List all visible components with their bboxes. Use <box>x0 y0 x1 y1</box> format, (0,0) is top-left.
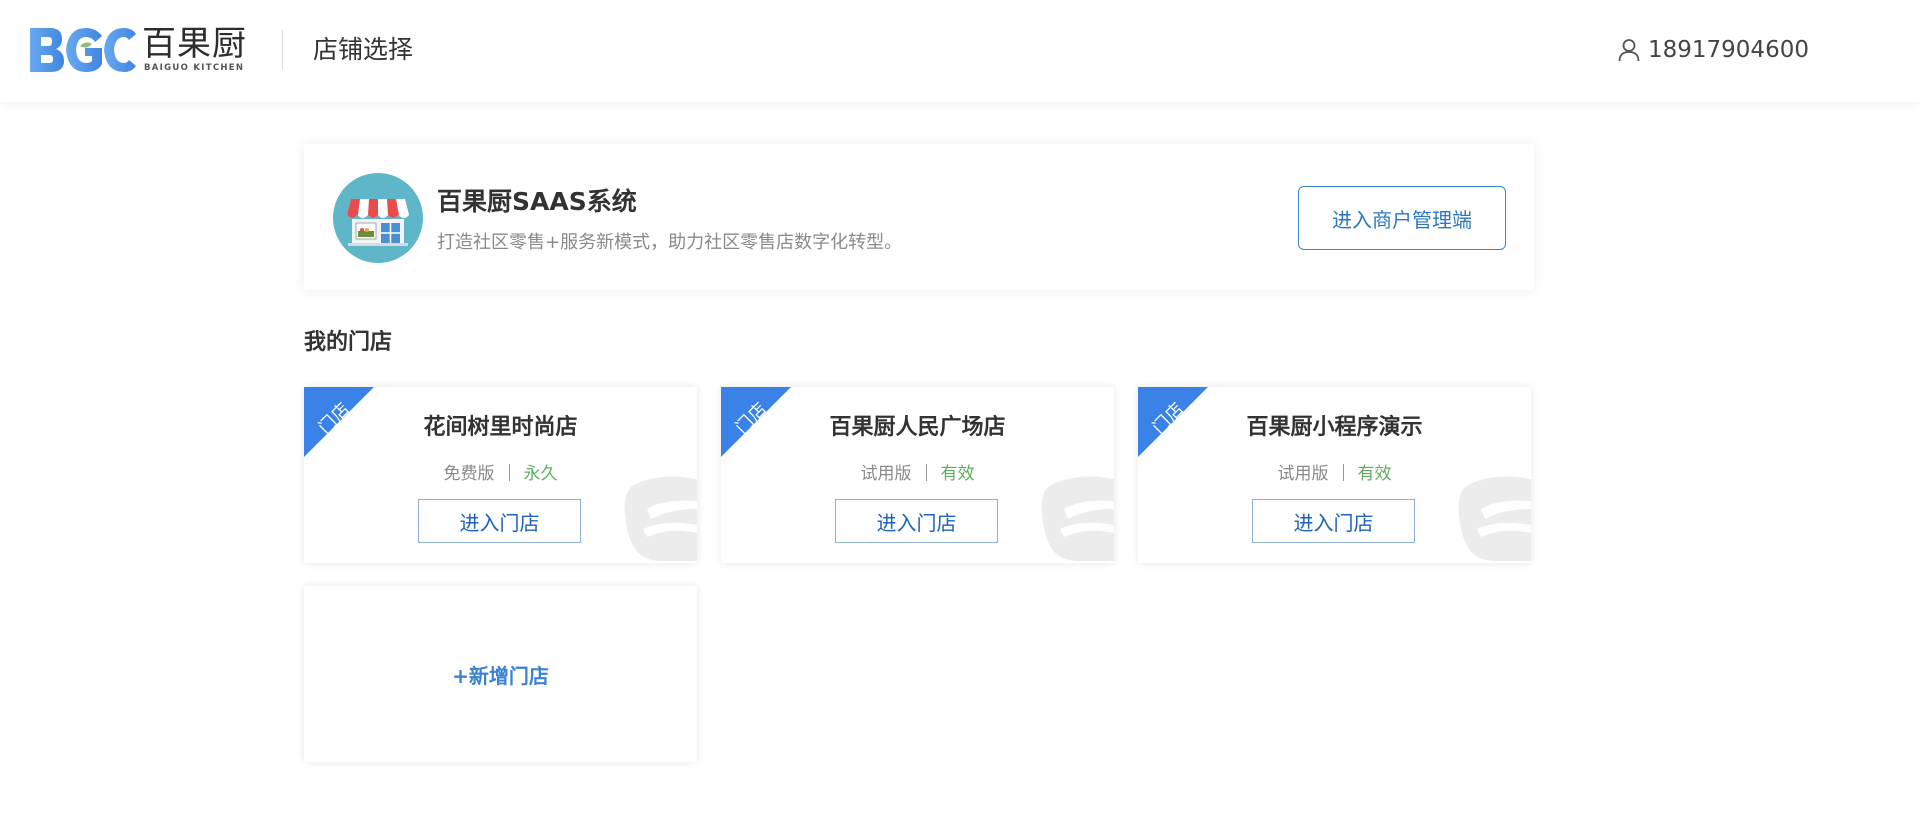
logo-chinese-text: 百果厨 <box>142 24 247 64</box>
store-name: 百果厨人民广场店 <box>829 415 1006 440</box>
store-name: 百果厨小程序演示 <box>1246 415 1423 440</box>
logo[interactable]: 百果厨 BAIGUO KITCHEN <box>28 24 254 76</box>
store-card: 门店 百果厨小程序演示 试用版 有效 进入门店 <box>1138 387 1531 563</box>
my-stores-title: 我的门店 <box>304 330 393 355</box>
user-account[interactable]: 18917904600 <box>1618 34 1809 66</box>
system-title: 百果厨SAAS系统 <box>437 187 637 216</box>
enter-store-button[interactable]: 进入门店 <box>835 499 998 543</box>
user-icon <box>1618 39 1640 62</box>
store-plan: 免费版 <box>443 464 495 484</box>
saas-system-card: 百果厨SAAS系统 打造社区零售+服务新模式，助力社区零售店数字化转型。 进入商… <box>304 144 1534 290</box>
meta-separator <box>1342 464 1344 481</box>
user-phone: 18917904600 <box>1648 37 1809 63</box>
store-plan: 试用版 <box>1277 464 1329 484</box>
top-header: 百果厨 BAIGUO KITCHEN 店铺选择 18917904600 <box>0 0 1920 102</box>
system-description: 打造社区零售+服务新模式，助力社区零售店数字化转型。 <box>437 232 903 253</box>
store-plan: 试用版 <box>860 464 912 484</box>
meta-separator <box>508 464 510 481</box>
shop-icon <box>333 173 423 263</box>
store-card: 门店 百果厨人民广场店 试用版 有效 进入门店 <box>721 387 1114 563</box>
store-name: 花间树里时尚店 <box>423 415 578 440</box>
logo-english-text: BAIGUO KITCHEN <box>144 63 245 73</box>
store-status: 永久 <box>523 464 558 484</box>
header-divider <box>282 30 283 70</box>
store-meta: 试用版 有效 <box>721 459 1114 484</box>
store-status: 有效 <box>940 464 975 484</box>
enter-store-button[interactable]: 进入门店 <box>418 499 581 543</box>
meta-separator <box>925 464 927 481</box>
bgc-logo-icon <box>30 28 136 72</box>
store-meta: 免费版 永久 <box>304 459 697 484</box>
store-card: 门店 花间树里时尚店 免费版 永久 进入门店 <box>304 387 697 563</box>
enter-store-button[interactable]: 进入门店 <box>1252 499 1415 543</box>
store-meta: 试用版 有效 <box>1138 459 1531 484</box>
store-status: 有效 <box>1357 464 1392 484</box>
enter-merchant-admin-button[interactable]: 进入商户管理端 <box>1298 186 1506 250</box>
add-store-button[interactable]: +新增门店 <box>304 586 697 762</box>
page-title: 店铺选择 <box>313 35 414 64</box>
